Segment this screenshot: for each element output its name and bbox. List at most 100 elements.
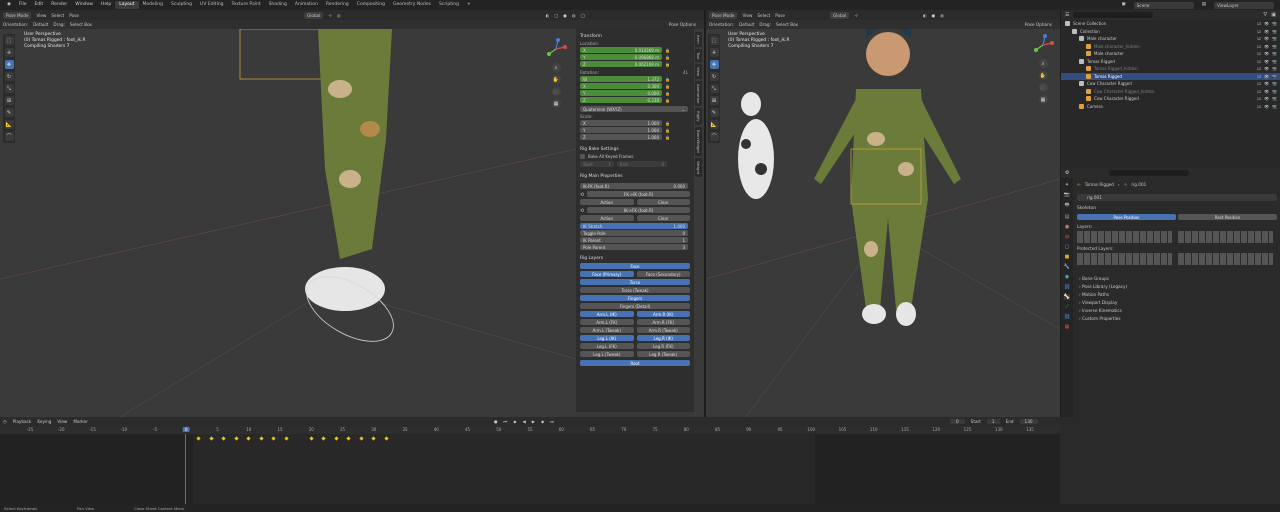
- eye-icon[interactable]: 👁: [1264, 66, 1269, 71]
- tool-props-icon[interactable]: ✦: [1065, 182, 1069, 188]
- outliner-search-input[interactable]: [1073, 12, 1154, 18]
- transform-space-dropdown[interactable]: Global: [830, 11, 850, 19]
- play-reverse-icon[interactable]: ◀: [523, 419, 526, 424]
- checkbox-icon[interactable]: ☑: [1257, 81, 1261, 86]
- location-z-field[interactable]: Z 0.062109 m: [580, 61, 662, 67]
- layer-leg-r-ik-button[interactable]: Leg.R (IK): [636, 335, 690, 341]
- snap-icon[interactable]: ⊹: [328, 13, 332, 18]
- bake-end-field[interactable]: End 0: [617, 161, 667, 167]
- outliner-row[interactable]: Cow Character Rigged_hidden ☑ 👁 📷: [1061, 88, 1280, 96]
- keyframe-marker[interactable]: [208, 436, 214, 441]
- cursor-tool-icon[interactable]: ✛: [4, 48, 14, 57]
- ik-fk-slider[interactable]: IK-FK (foot.R) 0.000: [580, 183, 688, 189]
- menu-marker[interactable]: Marker: [73, 419, 87, 424]
- rotation-y-field[interactable]: Y 0.000: [580, 90, 662, 96]
- workspace-tab-compositing[interactable]: Compositing: [353, 1, 389, 9]
- checkbox-icon[interactable]: ☑: [1257, 96, 1261, 101]
- jump-start-icon[interactable]: ⏮: [504, 419, 508, 424]
- camera-render-icon[interactable]: 📷: [1272, 36, 1277, 41]
- bone-layers-grid[interactable]: [1077, 231, 1277, 243]
- collection-props-icon[interactable]: ▢: [1065, 244, 1070, 250]
- camera-render-icon[interactable]: 📷: [1272, 96, 1277, 101]
- scale-tool-icon[interactable]: ⤡: [709, 84, 719, 93]
- eye-icon[interactable]: 👁: [1264, 36, 1269, 41]
- workspace-tab-rendering[interactable]: Rendering: [322, 1, 353, 9]
- layer-leg-l-fk-button[interactable]: Leg.L (FK): [580, 343, 634, 349]
- camera-render-icon[interactable]: 📷: [1272, 59, 1277, 64]
- outliner-row[interactable]: Scene Collection ☑ 👁 📷: [1061, 20, 1280, 28]
- layer-face-button[interactable]: Face: [580, 263, 690, 269]
- eye-icon[interactable]: 👁: [1264, 21, 1269, 26]
- eye-icon[interactable]: 👁: [1264, 81, 1269, 86]
- cursor-tool-icon[interactable]: ✛: [709, 48, 719, 57]
- next-key-icon[interactable]: ◆: [541, 419, 544, 424]
- rig-main-section-title[interactable]: Rig Main Properties: [580, 174, 690, 179]
- panel-viewport-display[interactable]: › Viewport Display: [1061, 298, 1280, 306]
- workspace-tab-scripting[interactable]: Scripting: [435, 1, 463, 9]
- panel-custom-properties[interactable]: › Custom Properties: [1061, 314, 1280, 322]
- menu-view[interactable]: View: [742, 13, 752, 18]
- sidebar-tab-bonewidget[interactable]: BoneWidget: [695, 127, 702, 157]
- keyframe-marker[interactable]: [283, 436, 289, 441]
- object-props-icon[interactable]: ■: [1065, 254, 1070, 260]
- workspace-tab-uv-editing[interactable]: UV Editing: [196, 1, 227, 9]
- view-layer-selector[interactable]: ViewLayer: [1214, 1, 1274, 9]
- rotation-lock-4l[interactable]: 4L: [683, 70, 688, 75]
- sidebar-tab-rigify[interactable]: Rigify: [695, 108, 702, 126]
- keyframe-marker[interactable]: [271, 436, 276, 441]
- layer-leg-l-ik-button[interactable]: Leg.L (IK): [580, 335, 634, 341]
- grid-view-icon[interactable]: ▦: [1038, 95, 1048, 104]
- camera-render-icon[interactable]: 📷: [1272, 44, 1277, 49]
- sidebar-tab-weight[interactable]: Weight: [695, 158, 702, 178]
- current-frame-field[interactable]: 0: [950, 419, 965, 424]
- workspace-tab-animation[interactable]: Animation: [291, 1, 322, 9]
- menu-select[interactable]: Select: [757, 13, 770, 18]
- texture-props-icon[interactable]: ▦: [1065, 324, 1070, 330]
- scene-props-icon[interactable]: ●: [1065, 224, 1069, 230]
- annotate-tool-icon[interactable]: ✎: [4, 108, 14, 117]
- location-x-field[interactable]: X 0.014369 m: [580, 47, 662, 53]
- menu-render[interactable]: Render: [47, 0, 71, 10]
- eye-icon[interactable]: 👁: [1264, 89, 1269, 94]
- rotation-z-field[interactable]: Z -0.238: [580, 97, 662, 103]
- orientation-dropdown[interactable]: Default: [739, 22, 754, 27]
- jump-end-icon[interactable]: ⏭: [550, 419, 554, 424]
- outliner-row[interactable]: Cow Character Rigged ☑ 👁 📷: [1061, 95, 1280, 103]
- viewport-right-scene[interactable]: [706, 29, 1060, 417]
- menu-pose[interactable]: Pose: [69, 13, 79, 18]
- workspace-tab-layout[interactable]: Layout: [115, 1, 139, 9]
- record-icon[interactable]: ●: [494, 419, 498, 424]
- scale-x-field[interactable]: X 1.000: [580, 120, 662, 126]
- layer-torso-tweak-button[interactable]: Torso (Tweak): [580, 287, 690, 293]
- scale-z-field[interactable]: Z 1.000: [580, 134, 662, 140]
- action-button[interactable]: Action: [580, 215, 634, 221]
- workspace-tab-shading[interactable]: Shading: [265, 1, 291, 9]
- outliner-row[interactable]: Tomas Rigged ☑ 👁 📷: [1061, 58, 1280, 66]
- action-button[interactable]: Action: [580, 199, 634, 205]
- sidebar-tab-animation[interactable]: Animation: [695, 81, 702, 107]
- camera-render-icon[interactable]: 📷: [1272, 74, 1277, 79]
- workspace-tab-modeling[interactable]: Modeling: [139, 1, 167, 9]
- layer-arm-l-ik-button[interactable]: Arm.L (IK): [580, 311, 634, 317]
- panel-motion-paths[interactable]: › Motion Paths: [1061, 290, 1280, 298]
- pose-position-button[interactable]: Pose Position: [1077, 214, 1176, 220]
- select-tool-icon[interactable]: ⬚: [4, 36, 14, 45]
- pose-options-dropdown[interactable]: Pose Options: [1025, 22, 1052, 27]
- eye-icon[interactable]: 👁: [1264, 29, 1269, 34]
- skeleton-panel-title[interactable]: Skeleton: [1077, 206, 1277, 211]
- xray-icon[interactable]: ▢: [554, 13, 558, 18]
- pan-hand-icon[interactable]: ✋: [551, 75, 561, 84]
- eye-icon[interactable]: 👁: [1264, 74, 1269, 79]
- timeline-ruler[interactable]: -25 -20 -15 -10 -5 0 5 10 15 20 25 30 35 40 45 50 55 60 65…: [0, 426, 1060, 434]
- scale-y-field[interactable]: Y 1.000: [580, 127, 662, 133]
- keyframe-marker[interactable]: [221, 436, 226, 441]
- menu-view[interactable]: View: [36, 13, 46, 18]
- panel-bone-groups[interactable]: › Bone Groups: [1061, 274, 1280, 282]
- lock-icon[interactable]: 🔒: [665, 48, 670, 53]
- world-props-icon[interactable]: ◍: [1065, 234, 1069, 240]
- bone-layers-right[interactable]: [1178, 231, 1273, 243]
- eye-icon[interactable]: 👁: [1264, 59, 1269, 64]
- roll-tool-icon[interactable]: ⌒: [4, 132, 14, 141]
- clear-button[interactable]: Clear: [636, 199, 690, 205]
- annotate-tool-icon[interactable]: ✎: [709, 108, 719, 117]
